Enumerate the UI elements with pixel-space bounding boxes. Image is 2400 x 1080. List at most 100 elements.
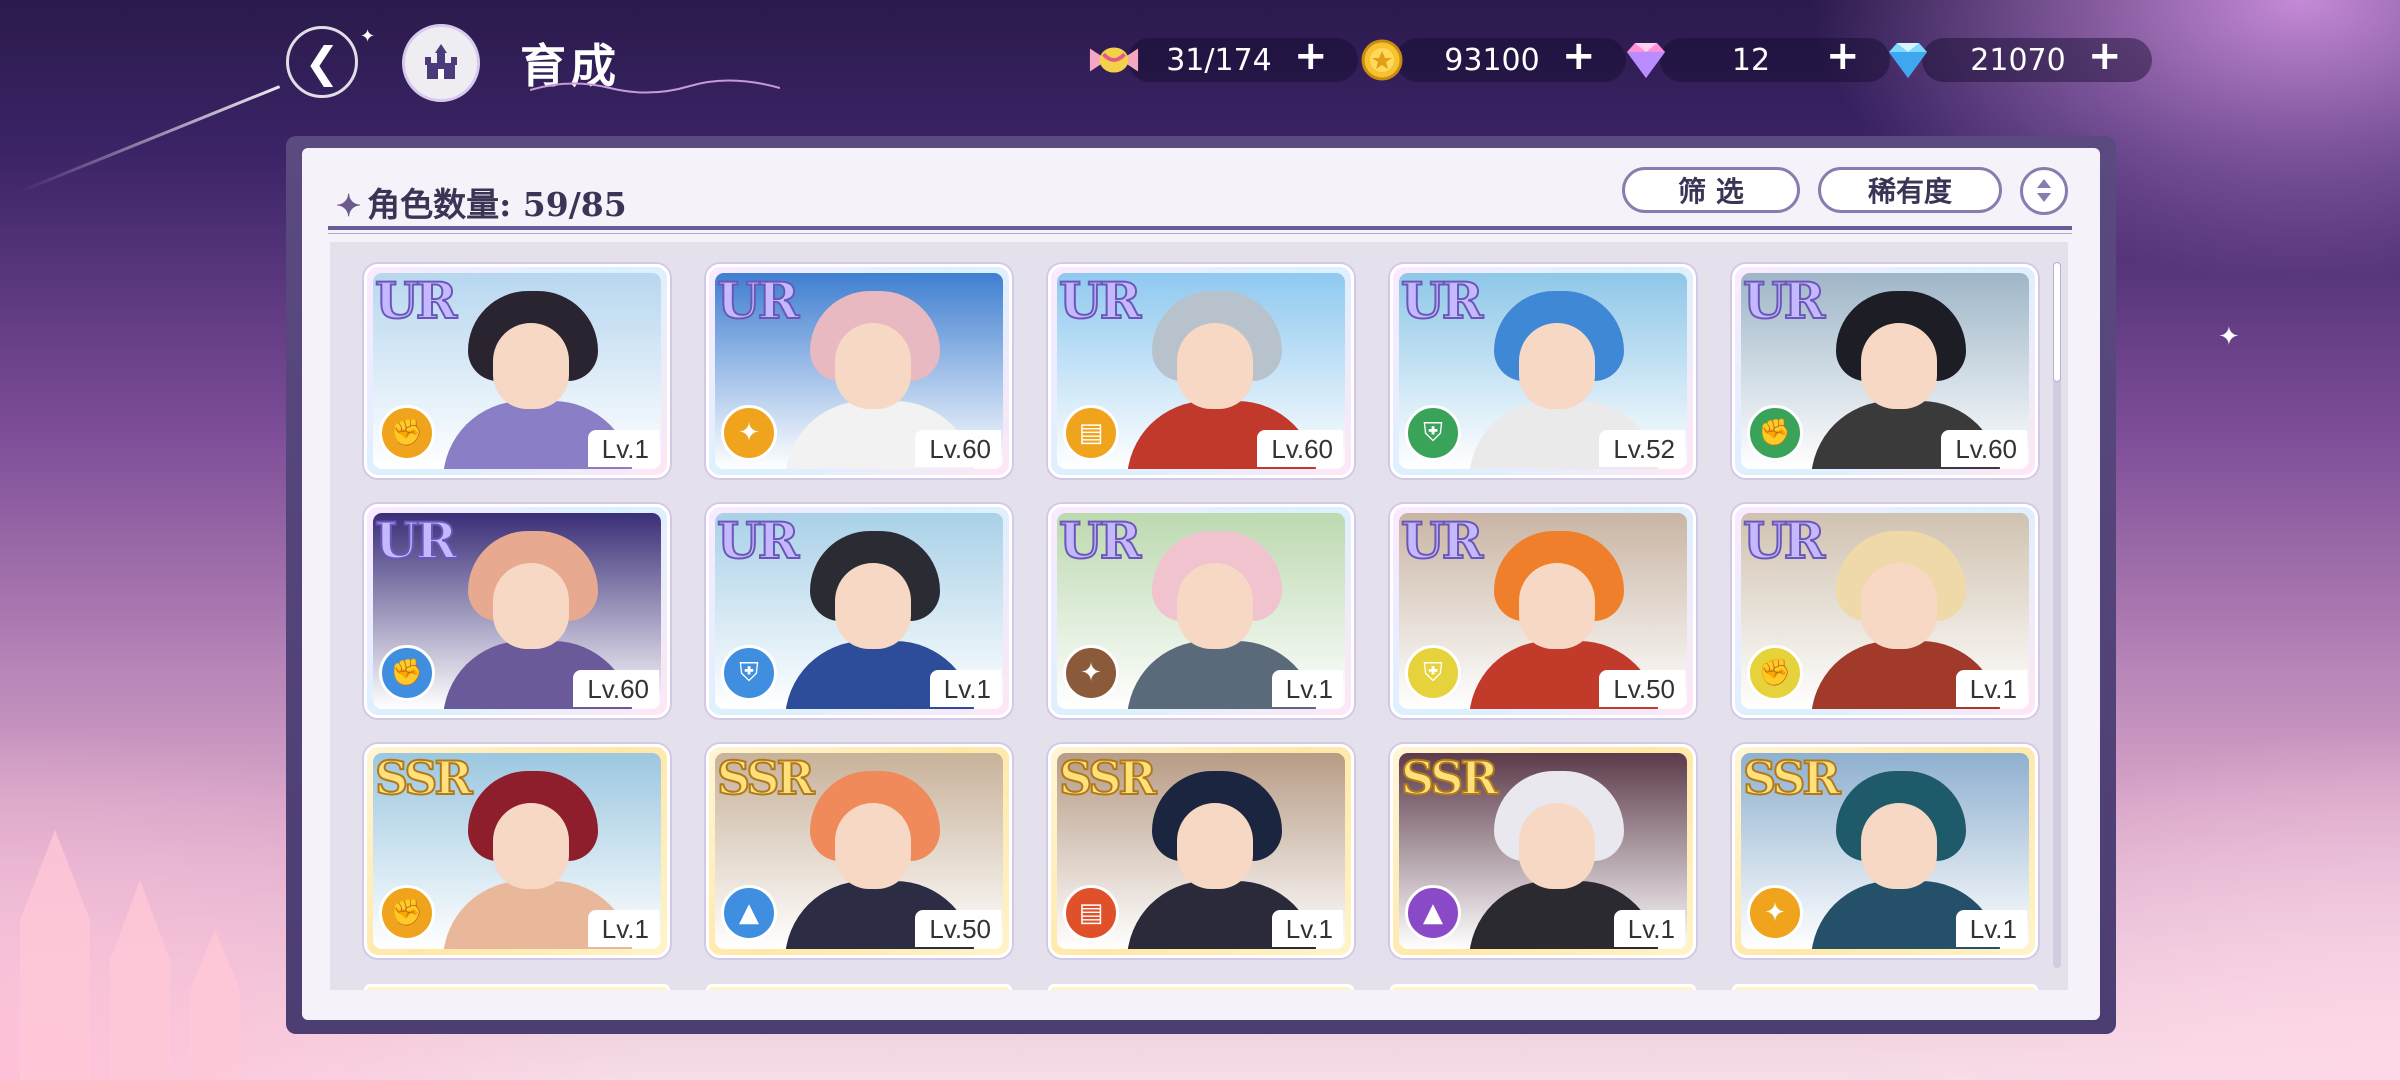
portrait-face	[835, 323, 911, 409]
blue-diamond-icon	[1882, 34, 1934, 86]
character-card[interactable]: SSR ✊ Lv.1	[364, 744, 670, 958]
rarity-badge: SSR	[374, 750, 474, 806]
level-label: Lv.60	[1257, 430, 1343, 467]
title-decoration	[530, 79, 780, 94]
character-card-partial[interactable]	[706, 984, 1012, 990]
portrait-face	[1861, 563, 1937, 649]
character-card[interactable]: UR ⛨ Lv.50	[1390, 504, 1696, 718]
character-card[interactable]: UR ✊ Lv.60	[364, 504, 670, 718]
portrait-face	[493, 563, 569, 649]
portrait-face	[1861, 803, 1937, 889]
level-label: Lv.60	[573, 670, 659, 707]
fist-icon: ✊	[379, 885, 435, 941]
sort-order-button[interactable]	[2020, 167, 2068, 215]
sort-rarity-button[interactable]: 稀有度	[1818, 167, 2002, 213]
level-label: Lv.60	[1941, 430, 2027, 467]
character-card[interactable]: UR ⛨ Lv.1	[706, 504, 1012, 718]
character-card[interactable]: UR ⛨ Lv.52	[1390, 264, 1696, 478]
card-icon: ▤	[1063, 885, 1119, 941]
level-label: Lv.1	[1613, 910, 1685, 947]
rarity-badge: UR	[1742, 270, 1826, 331]
resource-pink-diamond: 12 +	[1620, 33, 1890, 86]
character-card[interactable]: SSR ▲ Lv.1	[1390, 744, 1696, 958]
card-icon: ▤	[1063, 405, 1119, 461]
portrait-face	[1861, 323, 1937, 409]
rarity-badge: UR	[1058, 510, 1142, 571]
resource-gold: 93100 +	[1356, 33, 1626, 86]
wand-icon: ✦	[1063, 645, 1119, 701]
pink-diamond-icon	[1620, 34, 1672, 86]
header-divider	[328, 226, 2072, 230]
level-label: Lv.1	[587, 910, 659, 947]
sort-arrows-icon	[2037, 179, 2051, 202]
wand-icon: ✦	[1747, 885, 1803, 941]
level-label: Lv.52	[1599, 430, 1685, 467]
portrait-face	[1177, 563, 1253, 649]
fist-icon: ✊	[379, 405, 435, 461]
portrait-face	[835, 563, 911, 649]
rarity-badge: UR	[374, 510, 458, 571]
level-label: Lv.1	[1271, 670, 1343, 707]
scrollbar-thumb[interactable]	[2053, 262, 2061, 382]
character-card[interactable]: UR ✊ Lv.1	[1732, 504, 2038, 718]
shield-icon: ⛨	[721, 645, 777, 701]
rarity-badge: UR	[1742, 510, 1826, 571]
filter-button[interactable]: 筛 选	[1622, 167, 1800, 213]
coin-icon	[1356, 34, 1408, 86]
shield-icon: ⛨	[1405, 405, 1461, 461]
level-label: Lv.50	[915, 910, 1001, 947]
character-card[interactable]: UR ✦ Lv.60	[706, 264, 1012, 478]
castle-home-icon	[425, 44, 457, 79]
character-card[interactable]: UR ✦ Lv.1	[1048, 504, 1354, 718]
sparkle-icon: ✦	[336, 189, 362, 224]
home-button[interactable]	[402, 24, 480, 102]
portrait-face	[1519, 803, 1595, 889]
portrait-face	[835, 803, 911, 889]
character-card-partial[interactable]	[1732, 984, 2038, 990]
wand-icon: ✦	[721, 405, 777, 461]
fist-icon: ✊	[379, 645, 435, 701]
candy-icon	[1088, 34, 1140, 86]
level-label: Lv.1	[1271, 910, 1343, 947]
rarity-badge: SSR	[1400, 750, 1500, 806]
rarity-badge: UR	[1400, 270, 1484, 331]
character-card[interactable]: SSR ▲ Lv.50	[706, 744, 1012, 958]
rarity-badge: SSR	[716, 750, 816, 806]
resource-blue-diamond: 21070 +	[1882, 33, 2152, 86]
castle-silhouette	[20, 830, 240, 1080]
add-candy-button[interactable]: +	[1294, 33, 1328, 79]
fist-icon: ✊	[1747, 645, 1803, 701]
add-blue-diamond-button[interactable]: +	[2088, 33, 2122, 79]
portrait-face	[1519, 323, 1595, 409]
top-bar: ❮ 育成 31/174 + 93100 + 12 + 21070 +	[0, 0, 2400, 120]
character-card[interactable]: UR ▤ Lv.60	[1048, 264, 1354, 478]
shield-icon: ⛨	[1405, 645, 1461, 701]
character-card[interactable]: UR ✊ Lv.60	[1732, 264, 2038, 478]
add-gold-button[interactable]: +	[1562, 33, 1596, 79]
fist-icon: ✊	[1747, 405, 1803, 461]
character-card-partial[interactable]	[364, 984, 670, 990]
rarity-badge: UR	[716, 270, 800, 331]
character-card-partial[interactable]	[1048, 984, 1354, 990]
portrait-face	[493, 803, 569, 889]
back-arrow-icon: ❮	[304, 37, 340, 87]
level-label: Lv.1	[587, 430, 659, 467]
character-card-partial[interactable]	[1390, 984, 1696, 990]
character-card[interactable]: UR ✊ Lv.1	[364, 264, 670, 478]
boot-icon: ▲	[1405, 885, 1461, 941]
level-label: Lv.1	[1955, 670, 2027, 707]
rarity-badge: SSR	[1742, 750, 1842, 806]
sparkle-icon: ✦	[2218, 322, 2240, 352]
portrait-face	[493, 323, 569, 409]
back-button[interactable]: ❮	[286, 26, 358, 98]
rarity-badge: SSR	[1058, 750, 1158, 806]
level-label: Lv.50	[1599, 670, 1685, 707]
rarity-badge: UR	[1058, 270, 1142, 331]
add-pink-diamond-button[interactable]: +	[1826, 33, 1860, 79]
character-card[interactable]: SSR ▤ Lv.1	[1048, 744, 1354, 958]
portrait-face	[1519, 563, 1595, 649]
character-card[interactable]: SSR ✦ Lv.1	[1732, 744, 2038, 958]
character-count: ✦ 角色数量: 59/85	[336, 185, 627, 224]
resource-candy: 31/174 +	[1088, 33, 1358, 86]
rarity-badge: UR	[374, 270, 458, 331]
